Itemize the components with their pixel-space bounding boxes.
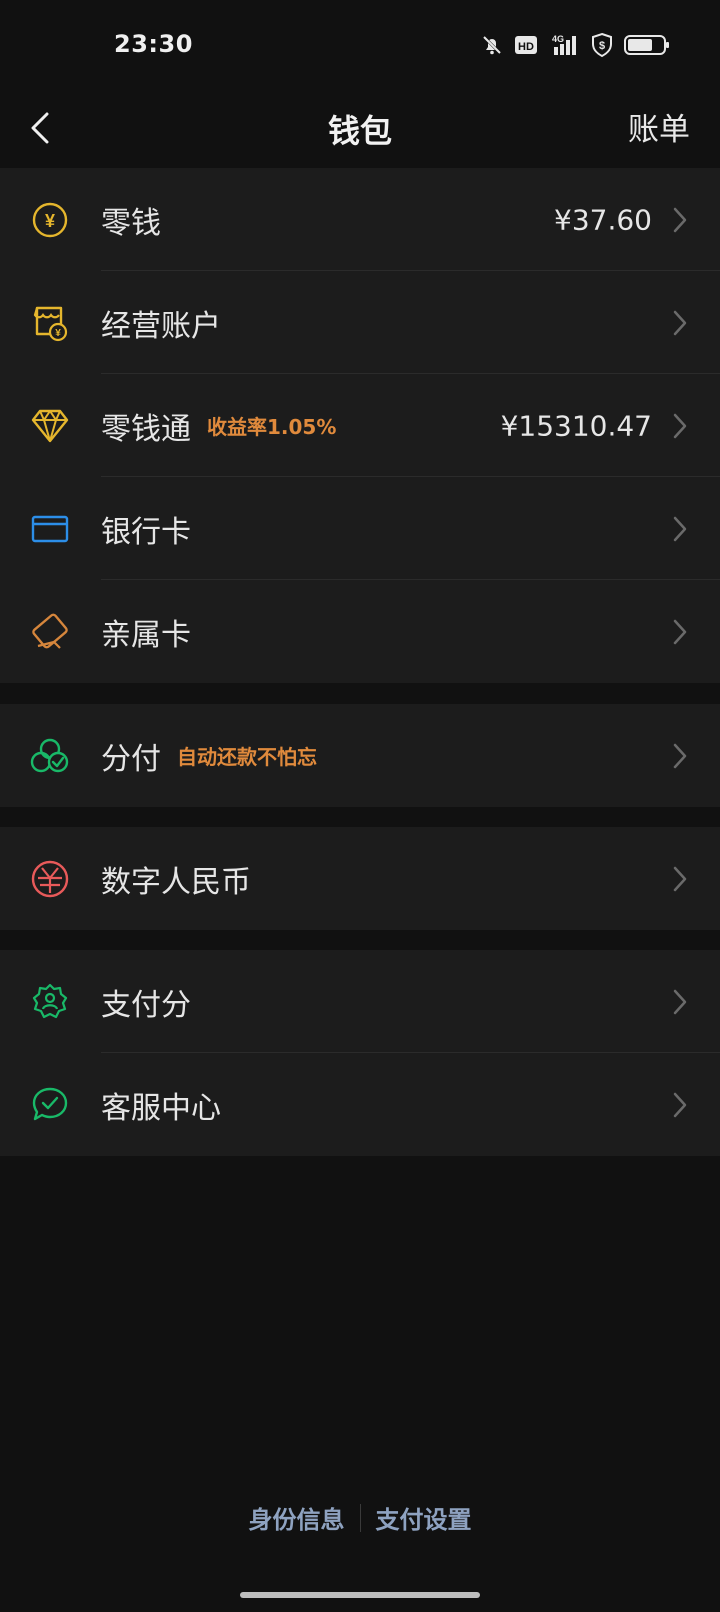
svg-text:¥: ¥ [45,211,55,231]
svg-text:HD: HD [518,41,534,53]
row-label: 零钱 [101,205,161,241]
row-business-account[interactable]: ¥ 经营账户 [0,271,720,374]
wallet-group-fenfu: 分付 自动还款不怕忘 [0,704,720,807]
change-balance: ¥37.60 [554,203,652,236]
chevron-right-icon [673,1092,687,1117]
wallet-group-main: ¥ 零钱 ¥37.60 ¥ 经营账户 零钱通 收益率1.05% ¥15310.47… [0,168,720,683]
lingqiantong-balance: ¥15310.47 [500,409,652,442]
row-family-card[interactable]: 亲属卡 [0,580,720,683]
row-label: 银行卡 [101,514,191,550]
row-label: 零钱通 收益率1.05% [101,411,337,447]
row-label: 分付 自动还款不怕忘 [101,741,317,777]
customer-service-icon [30,1085,70,1125]
chevron-right-icon [673,866,687,891]
row-label: 支付分 [101,987,191,1023]
row-change[interactable]: ¥ 零钱 ¥37.60 [0,168,720,271]
chevron-right-icon [673,413,687,438]
row-label: 数字人民币 [101,864,251,900]
wallet-group-ecny: 数字人民币 [0,827,720,930]
svg-text:4G: 4G [552,34,564,44]
row-fenfu[interactable]: 分付 自动还款不怕忘 [0,704,720,807]
bill-button[interactable]: 账单 [628,104,690,149]
fenfu-icon [30,736,70,776]
chevron-right-icon [673,989,687,1014]
signal-4g-icon: 4G [548,33,580,57]
svg-text:$: $ [599,40,605,52]
footer-links: 身份信息 支付设置 [0,1500,720,1535]
chevron-right-icon [673,619,687,644]
hd-icon: HD [514,35,538,55]
yield-rate-tag: 收益率1.05% [207,415,337,439]
mute-bell-icon [480,33,504,57]
chevron-right-icon [673,207,687,232]
status-time: 23:30 [114,30,193,58]
pay-settings-link[interactable]: 支付设置 [376,1500,472,1535]
vpn-shield-icon: $ [590,32,614,58]
row-label: 亲属卡 [101,617,191,653]
chevron-right-icon [673,310,687,335]
wallet-group-services: 支付分 客服中心 [0,950,720,1156]
row-label: 客服中心 [101,1090,221,1126]
row-pay-score[interactable]: 支付分 [0,950,720,1053]
row-customer-service[interactable]: 客服中心 [0,1053,720,1156]
chevron-right-icon [673,743,687,768]
row-lingqiantong[interactable]: 零钱通 收益率1.05% ¥15310.47 [0,374,720,477]
status-bar: 23:30 HD 4G $ [0,0,720,90]
identity-info-link[interactable]: 身份信息 [249,1500,345,1535]
footer-separator [359,1503,361,1532]
yuan-coin-icon: ¥ [30,200,70,240]
row-label: 经营账户 [101,308,221,344]
page-title: 钱包 [327,112,392,150]
fenfu-promo-tag: 自动还款不怕忘 [177,745,317,769]
battery-icon [624,34,670,56]
nav-header: 钱包 账单 [0,90,720,168]
row-digital-rmb[interactable]: 数字人民币 [0,827,720,930]
shop-account-icon: ¥ [30,303,70,343]
chevron-right-icon [673,516,687,541]
diamond-icon [30,406,70,446]
row-bank-card[interactable]: 银行卡 [0,477,720,580]
digital-rmb-icon [30,859,70,899]
home-indicator[interactable] [240,1592,480,1598]
svg-text:¥: ¥ [55,328,61,339]
family-card-icon [30,612,70,652]
pay-score-badge-icon [30,982,70,1022]
bank-card-icon [30,509,70,549]
status-icons: HD 4G $ [480,30,670,60]
